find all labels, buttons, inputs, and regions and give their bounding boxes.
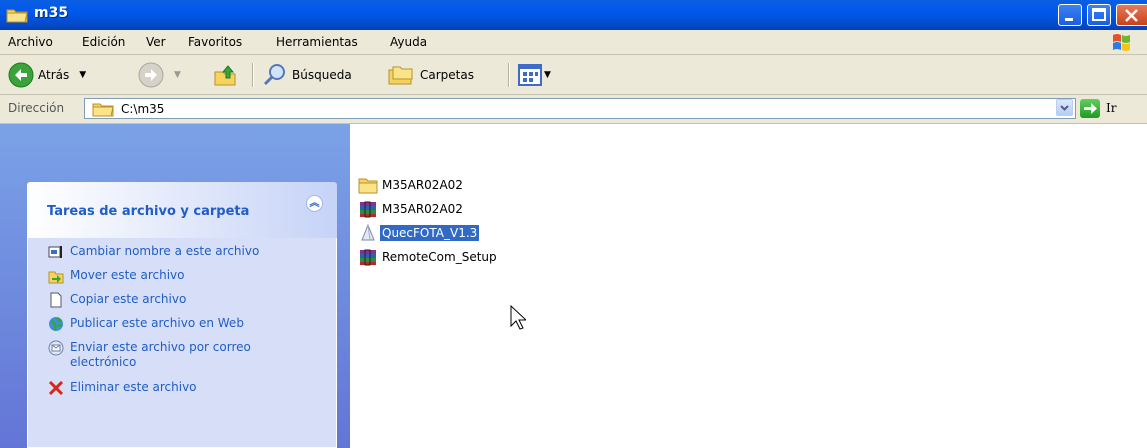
chevron-down-icon [1060,105,1069,111]
go-button[interactable] [1080,99,1100,118]
folder-icon [92,103,114,117]
file-name: M35AR02A02 [382,178,463,192]
menu-bar: Archivo Edición Ver Favoritos Herramient… [0,30,1147,55]
task-label: Enviar este archivo por correo electróni… [70,340,251,369]
file-name: QuecFOTA_V1.3 [378,224,481,242]
toolbar-separator [508,63,510,87]
go-arrow-icon [1084,103,1097,114]
task-label: Cambiar nombre a este archivo [70,244,260,258]
file-item[interactable]: M35AR02A02 [358,175,465,195]
maximize-icon [1092,8,1106,21]
folder-icon [6,9,28,23]
task-email[interactable]: Enviar este archivo por correo electróni… [48,340,310,370]
back-button[interactable]: Atrás ▼ [8,55,86,94]
task-pane: Tareas de archivo y carpeta ︽ Cambiar no… [0,124,350,448]
tasks-title: Tareas de archivo y carpeta [47,204,250,219]
menu-herramientas[interactable]: Herramientas [276,35,358,49]
folders-label: Carpetas [420,67,474,82]
file-item[interactable]: M35AR02A02 [358,199,465,219]
views-icon [518,63,542,86]
task-label: Copiar este archivo [70,292,187,306]
app-icon [361,224,375,241]
collapse-icon[interactable]: ︽ [306,195,323,212]
windows-logo-icon [1113,34,1130,51]
address-value: C:\m35 [121,102,165,116]
search-label: Búsqueda [292,67,352,82]
move-icon [48,271,64,284]
forward-dropdown-icon[interactable]: ▼ [174,70,181,80]
close-icon [1125,9,1138,22]
menu-ayuda[interactable]: Ayuda [390,35,427,49]
menu-ver[interactable]: Ver [146,35,166,49]
copy-icon [50,292,62,308]
menu-favoritos[interactable]: Favoritos [188,35,242,49]
mouse-cursor-icon [510,305,526,330]
close-button[interactable] [1116,4,1147,26]
address-label: Dirección [8,101,65,115]
task-delete[interactable]: Eliminar este archivo [48,380,310,396]
address-input[interactable]: C:\m35 [84,98,1076,119]
back-label: Atrás [38,67,70,82]
toolbar: Atrás ▼ ▼ Búsqueda Carpetas ▼ [0,55,1147,95]
delete-icon [48,380,64,396]
task-label: Publicar este archivo en Web [70,316,244,330]
file-name: RemoteCom_Setup [382,250,497,264]
task-copy[interactable]: Copiar este archivo [48,292,310,308]
forward-arrow-icon [138,62,164,87]
folder-icon [358,178,378,194]
back-dropdown-icon[interactable]: ▼ [79,70,86,80]
archive-icon [360,201,376,218]
window-title: m35 [34,5,69,21]
minimize-icon [1065,18,1073,21]
search-icon [263,63,285,85]
file-item[interactable]: RemoteCom_Setup [358,247,499,267]
toolbar-separator [252,63,254,87]
folders-icon [388,66,413,84]
task-label: Mover este archivo [70,268,185,282]
rename-icon [48,246,62,258]
file-item-selected[interactable]: QuecFOTA_V1.3 [358,223,481,243]
go-label[interactable]: Ir [1106,101,1116,115]
menu-edicion[interactable]: Edición [82,35,125,49]
maximize-button[interactable] [1087,4,1111,26]
task-rename[interactable]: Cambiar nombre a este archivo [48,244,310,260]
views-dropdown-icon[interactable]: ▼ [544,70,551,80]
back-arrow-icon [8,62,34,87]
search-button[interactable]: Búsqueda [262,55,352,94]
up-folder-icon [214,64,236,85]
archive-icon [360,249,376,266]
menu-archivo[interactable]: Archivo [8,35,53,49]
title-bar[interactable]: m35 [0,0,1147,30]
minimize-button[interactable] [1058,4,1082,26]
task-move[interactable]: Mover este archivo [48,268,310,284]
forward-button[interactable]: ▼ [138,55,181,94]
views-button[interactable]: ▼ [518,55,551,94]
tasks-body: Cambiar nombre a este archivo Mover este… [27,238,337,448]
file-name: M35AR02A02 [382,202,463,216]
address-bar: Dirección C:\m35 Ir [0,95,1147,124]
email-icon [48,340,64,356]
task-label: Eliminar este archivo [70,380,197,394]
up-folder-button[interactable] [212,55,238,94]
file-folder-tasks-panel: Tareas de archivo y carpeta ︽ Cambiar no… [27,182,337,448]
address-dropdown-button[interactable] [1056,99,1073,116]
tasks-header[interactable]: Tareas de archivo y carpeta ︽ [27,182,337,238]
task-publish-web[interactable]: Publicar este archivo en Web [48,316,310,332]
file-list: M35AR02A02 M35AR02A02 QuecFOTA_V1.3 Remo… [350,124,1147,448]
folders-button[interactable]: Carpetas [386,55,474,94]
globe-icon [49,317,63,331]
